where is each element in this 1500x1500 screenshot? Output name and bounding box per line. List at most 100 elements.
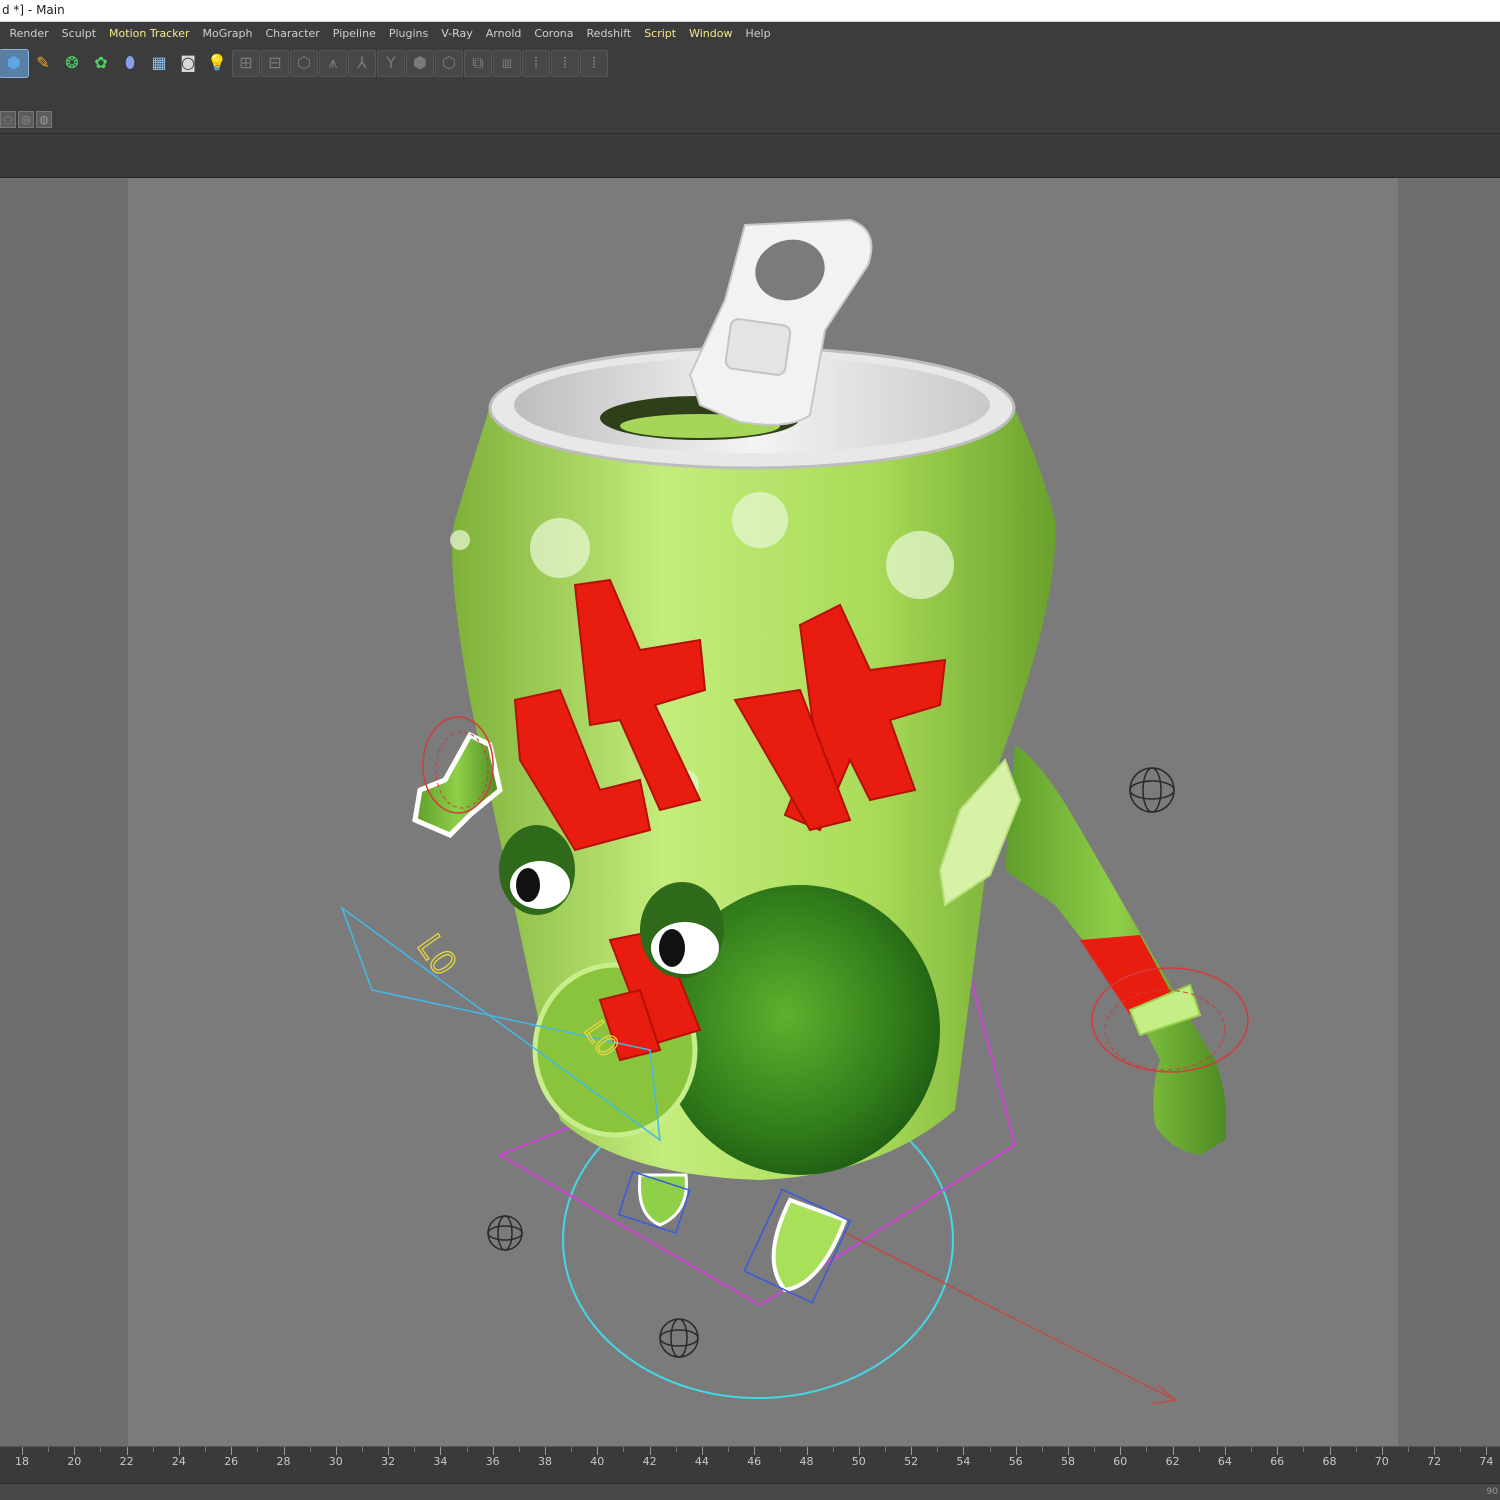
timeline-minor-tick	[937, 1447, 939, 1452]
cinema4d-window: d *] - Main Render Sculpt Motion Tracker Mo…	[0, 0, 1500, 1500]
menu-script[interactable]: Script	[638, 27, 683, 40]
menu-help[interactable]: Help	[739, 27, 777, 40]
viewport-scene[interactable]: L0 L0	[0, 178, 1500, 1446]
timeline-minor-tick	[884, 1447, 886, 1452]
timeline-frame-label: 64	[1217, 1455, 1232, 1468]
timeline-major-tick	[231, 1447, 233, 1455]
timeline-major-tick	[545, 1447, 546, 1455]
window-title: d *] - Main	[2, 3, 65, 17]
timeline-minor-tick	[728, 1447, 730, 1452]
timeline-frame-label: 70	[1374, 1455, 1389, 1468]
menu-render[interactable]: Render	[3, 27, 55, 40]
morph-icon[interactable]: ⬢	[406, 49, 434, 77]
mode-a-icon[interactable]: ◌	[0, 111, 16, 128]
timeline-frame-label: 60	[1113, 1455, 1128, 1468]
cloner-icon[interactable]: ✿	[87, 50, 115, 77]
timeline-frame-label: 26	[224, 1455, 239, 1468]
timeline-frame-label: 44	[694, 1455, 709, 1468]
timeline-minor-tick	[518, 1447, 520, 1452]
timeline-frame-label: 36	[485, 1455, 500, 1468]
end-frame-label: 90	[1486, 1487, 1498, 1497]
timeline-bottom-strip: 90	[0, 1483, 1500, 1500]
timeline-major-tick	[74, 1447, 76, 1455]
timeline-minor-tick	[571, 1447, 573, 1452]
timeline-frame-label: 52	[904, 1455, 919, 1468]
skin-icon[interactable]: ⬡	[290, 49, 318, 77]
timeline-frame-label: 62	[1165, 1455, 1180, 1468]
null-object-sphere[interactable]	[659, 1318, 699, 1358]
menu-v-ray[interactable]: V-Ray	[435, 27, 480, 40]
menu-sculpt[interactable]: Sculpt	[55, 27, 102, 40]
timeline-major-tick	[1277, 1447, 1279, 1455]
timeline-minor-tick	[100, 1447, 102, 1452]
timeline-frame-label: 20	[67, 1455, 82, 1468]
timeline-major-tick	[1486, 1447, 1488, 1455]
timeline-frame-label: 40	[590, 1455, 605, 1468]
menu-motion-tracker[interactable]: Motion Tracker	[103, 27, 196, 40]
timeline-minor-tick	[309, 1447, 311, 1452]
timeline-frame-label: 58	[1061, 1455, 1075, 1468]
timeline-major-tick	[963, 1447, 965, 1455]
timeline[interactable]: 18 20 22 24 26 28 30 32 34 36 38 40 42 44 46 48 50 52 54 56…	[0, 1446, 1500, 1500]
joint-tool-icon[interactable]: ⊞	[232, 49, 260, 77]
timeline-major-tick	[126, 1447, 128, 1455]
menu-plugins[interactable]: Plugins	[382, 27, 434, 40]
menu-pipeline[interactable]: Pipeline	[326, 27, 382, 40]
timeline-major-tick	[22, 1447, 23, 1455]
menu-mograph[interactable]: MoGraph	[196, 27, 259, 40]
3d-viewport[interactable]: L0 L0	[0, 178, 1500, 1446]
light-icon[interactable]: 💡	[203, 50, 231, 77]
grid-b-icon[interactable]: ⁞	[551, 49, 579, 77]
timeline-minor-tick	[832, 1447, 834, 1452]
mode-c-icon[interactable]: ◍	[36, 111, 52, 128]
timeline-minor-tick	[1303, 1447, 1305, 1452]
timeline-major-tick	[754, 1447, 756, 1455]
subdivision-icon[interactable]: ❂	[58, 50, 86, 77]
menu-window[interactable]: Window	[683, 27, 739, 40]
timeline-minor-tick	[361, 1447, 363, 1452]
timeline-frame-label: 18	[15, 1455, 29, 1468]
weight-tool-icon[interactable]: ⩚	[319, 49, 347, 77]
timeline-frame-label: 56	[1008, 1455, 1023, 1468]
bone-icon[interactable]: ⅄	[348, 49, 376, 77]
timeline-major-tick	[1381, 1447, 1383, 1455]
cube-icon[interactable]: ⬢	[0, 48, 29, 78]
cmotion-icon[interactable]: ⬡	[435, 49, 463, 77]
deformer-icon[interactable]: ⬮	[116, 50, 144, 77]
grid-a-icon[interactable]: ⁞	[522, 49, 550, 77]
timeline-frame-label: 68	[1322, 1455, 1337, 1468]
timeline-minor-tick	[780, 1447, 782, 1452]
timeline-ruler[interactable]: 18 20 22 24 26 28 30 32 34 36 38 40 42 44 46 48 50 52 54 56…	[0, 1447, 1500, 1483]
mode-b-icon[interactable]: ◎	[18, 111, 34, 128]
timeline-minor-tick	[1251, 1447, 1253, 1452]
pull-tab-rivet	[724, 318, 792, 376]
timeline-minor-tick	[1460, 1447, 1462, 1452]
timeline-major-tick	[1120, 1447, 1122, 1455]
left-eye	[499, 825, 575, 915]
menu-redshift[interactable]: Redshift	[580, 27, 638, 40]
toolbar-icon-row: ⬢ ✎ ❂ ✿ ⬮ ▦ ◙ 💡 ⊞ ⊟ ⬡ ⩚ ⅄ Y ⬢ ⬡ ⧉ ⧈ ⁞ ⁞ ⁞	[0, 48, 609, 78]
floor-icon[interactable]: ▦	[145, 50, 173, 77]
null-object-sphere[interactable]	[1129, 767, 1175, 813]
timeline-major-tick	[440, 1447, 442, 1455]
timeline-frame-label: 54	[956, 1455, 971, 1468]
mirror-icon[interactable]: ⧉	[464, 49, 492, 77]
align-icon[interactable]: ⧈	[493, 49, 521, 77]
null-object-sphere[interactable]	[487, 1215, 523, 1251]
menu-character[interactable]: Character	[259, 27, 326, 40]
timeline-major-tick	[597, 1447, 599, 1455]
timeline-frame-label: 74	[1479, 1455, 1494, 1468]
menu-corona[interactable]: Corona	[528, 27, 580, 40]
pen-icon[interactable]: ✎	[29, 50, 57, 77]
timeline-frame-label: 46	[747, 1455, 762, 1468]
title-bar: d *] - Main	[0, 0, 1500, 22]
ik-chain-icon[interactable]: ⊟	[261, 49, 289, 77]
menu-bar: Render Sculpt Motion Tracker MoGraph Charact…	[0, 22, 1500, 45]
timeline-frame-label: 30	[328, 1455, 343, 1468]
menu-arnold[interactable]: Arnold	[479, 27, 528, 40]
timeline-frame-label: 50	[851, 1455, 866, 1468]
timeline-frame-label: 72	[1427, 1455, 1442, 1468]
branch-icon[interactable]: Y	[377, 49, 405, 77]
grid-c-icon[interactable]: ⁞	[580, 49, 608, 77]
camera-icon[interactable]: ◙	[174, 50, 202, 77]
